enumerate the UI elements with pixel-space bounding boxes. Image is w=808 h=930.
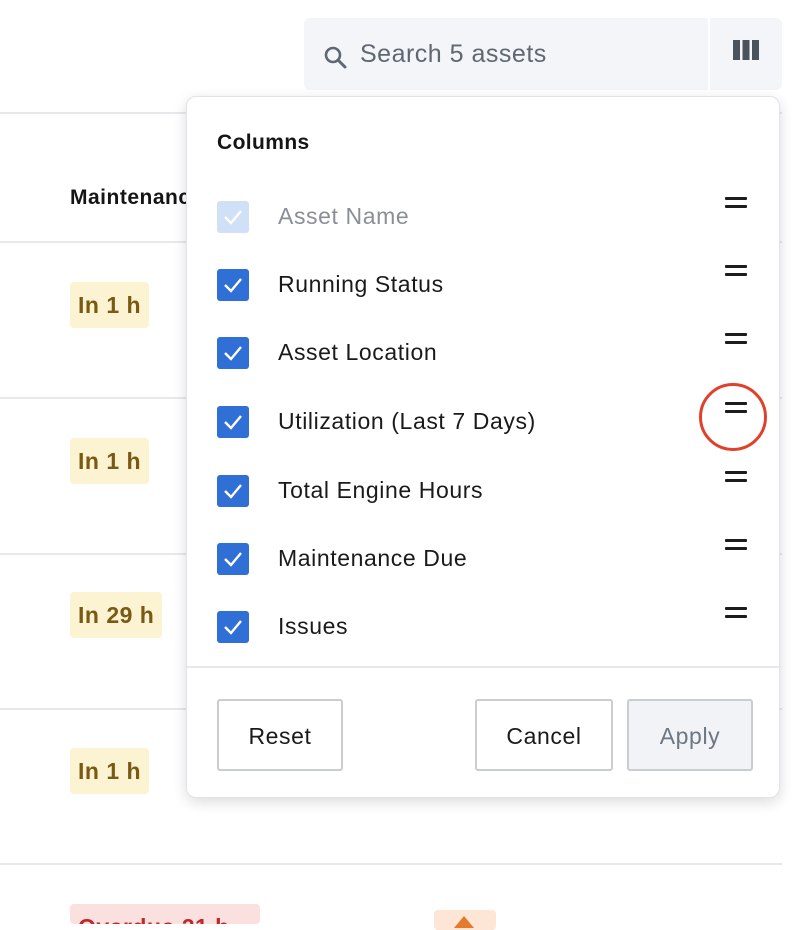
table-divider [0,863,782,865]
checkbox-maintenance-due[interactable] [217,543,249,575]
checkmark-icon [224,552,242,567]
column-option-label: Running Status [278,271,444,297]
column-option-label: Asset Location [278,339,438,365]
column-option-running-status[interactable]: Running Status [187,265,781,317]
search-icon [324,46,347,69]
columns-popover: Columns Asset Name Running Status Asset … [186,96,781,798]
maintenance-overdue-badge: Overdue 21 h [70,904,260,924]
checkbox-total-engine-hours[interactable] [217,475,249,507]
checkmark-icon [224,210,242,225]
maintenance-status-badge: In 1 h [70,438,150,484]
drag-handle-icon[interactable] [725,265,749,279]
drag-handle-icon[interactable] [725,471,749,485]
drag-handle-icon[interactable] [725,539,749,553]
maintenance-status-badge: In 29 h [70,592,163,638]
checkmark-icon [224,415,242,430]
checkmark-icon [224,484,242,499]
column-option-asset-location[interactable]: Asset Location [187,333,781,385]
checkbox-utilization[interactable] [217,406,249,438]
column-option-label: Total Engine Hours [278,477,484,503]
column-option-issues[interactable]: Issues [187,607,781,659]
drag-handle-icon[interactable] [725,197,749,211]
column-option-asset-name: Asset Name [187,197,781,249]
column-option-label: Issues [278,613,349,639]
drag-handle-icon[interactable] [725,607,749,621]
columns-button[interactable] [710,18,782,90]
search-bar[interactable] [304,18,708,90]
cancel-button[interactable]: Cancel [475,699,613,771]
columns-icon [733,40,759,60]
issue-badge [434,910,496,930]
column-option-maintenance-due[interactable]: Maintenance Due [187,539,781,591]
checkbox-asset-name [217,201,249,233]
popover-divider [187,666,781,668]
maintenance-status-badge: In 1 h [70,748,150,794]
checkbox-asset-location[interactable] [217,337,249,369]
apply-button[interactable]: Apply [627,699,753,771]
checkbox-running-status[interactable] [217,269,249,301]
warning-icon [454,916,474,928]
column-option-label: Asset Name [278,203,410,229]
checkmark-icon [224,346,242,361]
checkmark-icon [224,278,242,293]
maintenance-status-badge: In 1 h [70,282,150,328]
checkmark-icon [224,620,242,635]
reset-button[interactable]: Reset [217,699,343,771]
popover-title: Columns [217,131,310,154]
column-option-total-engine-hours[interactable]: Total Engine Hours [187,471,781,523]
checkbox-issues[interactable] [217,611,249,643]
column-option-label: Utilization (Last 7 Days) [278,408,536,434]
drag-handle-icon[interactable] [725,402,749,416]
column-option-utilization[interactable]: Utilization (Last 7 Days) [187,402,781,454]
search-input[interactable] [360,34,690,74]
column-option-label: Maintenance Due [278,545,468,571]
drag-handle-icon[interactable] [725,333,749,347]
